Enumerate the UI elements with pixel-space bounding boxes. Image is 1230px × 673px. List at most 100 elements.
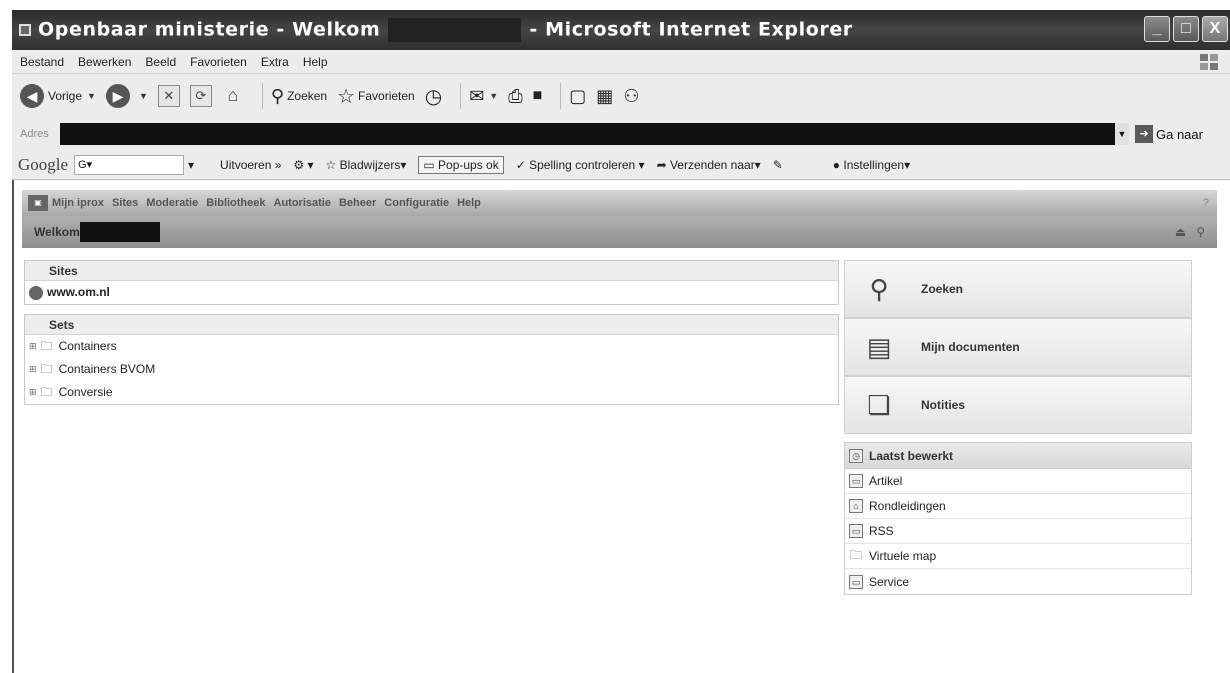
portal-menu-mijn-iprox[interactable]: Mijn iprox bbox=[52, 197, 104, 209]
portal-menu-bibliotheek[interactable]: Bibliotheek bbox=[206, 197, 265, 209]
documents-icon: ▤ bbox=[866, 331, 892, 362]
portal-menu-bar: ▣ Mijn iprox Sites Moderatie Bibliotheek… bbox=[22, 190, 1217, 216]
notes-action[interactable]: ❏ Notities bbox=[844, 376, 1192, 434]
google-search-input[interactable]: G▾ bbox=[74, 154, 185, 175]
history-button[interactable]: ◷ bbox=[425, 84, 442, 109]
home-button[interactable]: ⌂ bbox=[222, 85, 244, 107]
address-dropdown[interactable]: ▼ bbox=[1115, 123, 1129, 145]
search-action[interactable]: ⚲ Zoeken bbox=[844, 260, 1192, 318]
edit-icon: ■ bbox=[532, 87, 543, 104]
my-documents-action[interactable]: ▤ Mijn documenten bbox=[844, 318, 1192, 376]
back-arrow-icon: ◀ bbox=[20, 84, 44, 108]
pagerank-icon[interactable]: ⚙ ▾ bbox=[293, 158, 313, 172]
address-bar: Adres ▼ ➜ Ga naar bbox=[12, 118, 1230, 150]
folder-icon: 🗀 bbox=[40, 362, 53, 376]
recent-item-label: Rondleidingen bbox=[869, 499, 946, 513]
send-icon: ➦ bbox=[656, 157, 670, 172]
menu-extra[interactable]: Extra bbox=[261, 55, 289, 69]
chevron-down-icon: ▼ bbox=[138, 91, 148, 101]
recent-item-artikel[interactable]: ▭ Artikel bbox=[845, 469, 1191, 494]
refresh-icon: ⟳ bbox=[189, 85, 212, 107]
recent-item-rss[interactable]: ▭ RSS bbox=[845, 519, 1191, 544]
settings-label: Instellingen▾ bbox=[843, 157, 911, 172]
back-label: Vorige bbox=[48, 89, 83, 103]
recent-item-virtuele-map[interactable]: 🗀 Virtuele map bbox=[845, 544, 1191, 569]
folder-icon: 🗀 bbox=[40, 385, 53, 399]
service-icon: ▭ bbox=[849, 574, 863, 589]
recent-item-rondleidingen[interactable]: ⌂ Rondleidingen bbox=[845, 494, 1191, 519]
search-button[interactable]: ⚲ Zoeken bbox=[271, 86, 327, 107]
back-button[interactable]: ◀ Vorige ▼ bbox=[20, 84, 96, 108]
send-to-button[interactable]: ➦ Verzenden naar▾ bbox=[657, 158, 761, 172]
logout-icon[interactable]: ⏏ bbox=[1175, 225, 1186, 239]
print-button[interactable]: ⎙ bbox=[508, 86, 522, 107]
bookmarks-button[interactable]: ☆ Bladwijzers▾ bbox=[326, 158, 407, 172]
popups-label: Pop-ups ok bbox=[438, 157, 499, 172]
refresh-button[interactable]: ⟳ bbox=[189, 85, 212, 107]
recent-item-service[interactable]: ▭ Service bbox=[845, 569, 1191, 594]
forward-button[interactable]: ▶ ▼ bbox=[105, 84, 148, 108]
address-label: Adres bbox=[20, 128, 49, 140]
stop-button[interactable]: ✕ bbox=[157, 85, 180, 107]
history-icon: ◷ bbox=[424, 85, 443, 108]
menu-bestand[interactable]: Bestand bbox=[20, 55, 64, 69]
spellcheck-button[interactable]: ✓ Spelling controleren ▾ bbox=[516, 158, 645, 172]
menu-favorieten[interactable]: Favorieten bbox=[190, 55, 247, 69]
set-item-containers-bvom[interactable]: ⊞ 🗀 Containers BVOM bbox=[25, 358, 838, 381]
search-label: Zoeken bbox=[287, 89, 328, 103]
research-button[interactable]: ▦ bbox=[596, 86, 613, 107]
portal-menu-beheer[interactable]: Beheer bbox=[339, 197, 376, 209]
portal-menu-sites[interactable]: Sites bbox=[112, 197, 138, 209]
edit-button[interactable]: ■ bbox=[533, 87, 543, 105]
sets-panel: Sets ⊞ 🗀 Containers ⊞ 🗀 Containers BVOM … bbox=[24, 314, 839, 405]
portal-menu-moderatie[interactable]: Moderatie bbox=[146, 197, 198, 209]
menu-bewerken[interactable]: Bewerken bbox=[78, 55, 131, 69]
favorites-label: Favorieten bbox=[358, 89, 415, 103]
close-button[interactable]: X bbox=[1202, 16, 1228, 42]
help-icon[interactable]: ? bbox=[1203, 197, 1209, 209]
welcome-icons: ⏏ ⚲ bbox=[1175, 225, 1205, 239]
messenger-button[interactable]: ⚇ bbox=[623, 86, 639, 107]
favorites-button[interactable]: ☆ Favorieten bbox=[337, 84, 415, 109]
set-item-label: Containers bbox=[58, 339, 117, 353]
expand-icon[interactable]: ⊞ bbox=[29, 358, 37, 381]
search-icon[interactable]: ⚲ bbox=[1196, 225, 1205, 239]
windows-flag-icon bbox=[1200, 54, 1218, 70]
rss-icon: ▭ bbox=[849, 524, 863, 538]
portal-menu-help[interactable]: Help bbox=[457, 197, 481, 209]
portal-menu-autorisatie[interactable]: Autorisatie bbox=[274, 197, 331, 209]
menu-beeld[interactable]: Beeld bbox=[145, 55, 176, 69]
expand-icon[interactable]: ⊞ bbox=[29, 381, 37, 404]
toolbar-separator bbox=[261, 83, 263, 109]
recent-icon: ◷ bbox=[849, 448, 863, 463]
popup-icon: ▭ bbox=[423, 157, 439, 172]
discuss-button[interactable]: ▢ bbox=[569, 86, 586, 107]
set-item-conversie[interactable]: ⊞ 🗀 Conversie bbox=[25, 381, 838, 404]
settings-button[interactable]: ● Instellingen▾ bbox=[833, 158, 910, 172]
google-run-button[interactable]: Uitvoeren » bbox=[220, 158, 281, 172]
tour-icon: ⌂ bbox=[849, 499, 863, 513]
portal-menu-configuratie[interactable]: Configuratie bbox=[384, 197, 449, 209]
mail-button[interactable]: ✉ ▼ bbox=[469, 86, 498, 107]
search-action-label: Zoeken bbox=[921, 282, 964, 296]
set-item-label: Conversie bbox=[58, 385, 113, 399]
minimize-button[interactable]: _ bbox=[1144, 16, 1170, 42]
folder-icon: 🗀 bbox=[40, 339, 53, 353]
menu-help[interactable]: Help bbox=[303, 55, 328, 69]
window-title: Openbaar ministerie - Welkom - Microsoft … bbox=[38, 18, 853, 42]
maximize-button[interactable]: □ bbox=[1173, 16, 1199, 42]
search-icon: ⚲ bbox=[270, 85, 285, 106]
expand-icon[interactable]: ⊞ bbox=[29, 335, 37, 358]
go-button[interactable]: ➜ Ga naar bbox=[1135, 125, 1203, 143]
site-item[interactable]: www.om.nl bbox=[25, 281, 838, 304]
set-item-containers[interactable]: ⊞ 🗀 Containers bbox=[25, 335, 838, 358]
address-input-redacted[interactable] bbox=[60, 123, 1115, 145]
google-search-dropdown[interactable]: ▾ bbox=[188, 158, 208, 172]
research-icon: ▦ bbox=[596, 85, 614, 106]
page-icon: ▢ bbox=[569, 85, 587, 106]
navigation-toolbar: ◀ Vorige ▼ ▶ ▼ ✕ ⟳ ⌂ ⚲ Zoeken ☆ Favoriet… bbox=[12, 74, 1230, 118]
go-label: Ga naar bbox=[1156, 126, 1203, 142]
popups-button[interactable]: ▭ Pop-ups ok bbox=[418, 155, 504, 174]
highlight-icon[interactable]: ✎ bbox=[773, 158, 783, 172]
recent-item-label: Service bbox=[869, 574, 910, 589]
